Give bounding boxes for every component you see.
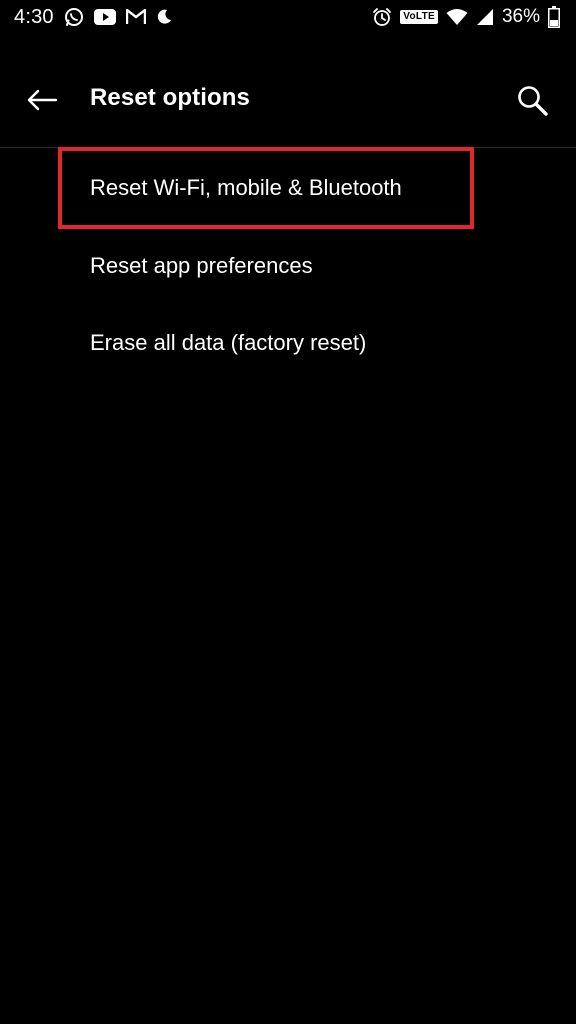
page-title: Reset options	[90, 84, 250, 111]
option-reset-app-preferences[interactable]: Reset app preferences	[0, 227, 576, 304]
gmail-icon	[125, 9, 146, 25]
option-label: Reset Wi-Fi, mobile & Bluetooth	[90, 175, 402, 200]
app-bar: Reset options	[0, 34, 576, 148]
status-left: 4:30	[14, 6, 182, 29]
option-label: Reset app preferences	[90, 252, 313, 278]
option-label: Erase all data (factory reset)	[90, 329, 367, 355]
search-button[interactable]	[510, 78, 556, 124]
battery-percent: 36%	[501, 6, 540, 27]
search-icon	[518, 86, 548, 116]
alarm-icon	[372, 7, 392, 27]
whatsapp-icon	[64, 7, 84, 27]
options-list: Reset Wi-Fi, mobile & Bluetooth Reset ap…	[0, 149, 576, 381]
moon-icon	[156, 9, 172, 25]
status-bar: 4:30 VoLTE 36%	[0, 0, 576, 34]
option-reset-network[interactable]: Reset Wi-Fi, mobile & Bluetooth	[0, 149, 576, 227]
arrow-left-icon	[27, 89, 58, 111]
wifi-icon	[446, 8, 468, 26]
status-time: 4:30	[14, 5, 54, 28]
option-factory-reset[interactable]: Erase all data (factory reset)	[0, 304, 576, 381]
status-right: VoLTE 36%	[364, 6, 560, 28]
battery-icon	[548, 6, 560, 28]
volte-badge: VoLTE	[400, 10, 438, 24]
back-button[interactable]	[20, 80, 64, 120]
signal-icon	[476, 8, 494, 26]
youtube-icon	[93, 9, 116, 25]
reset-options-screen: 4:30 VoLTE 36% Reset options Reset Wi-Fi…	[0, 0, 576, 1024]
